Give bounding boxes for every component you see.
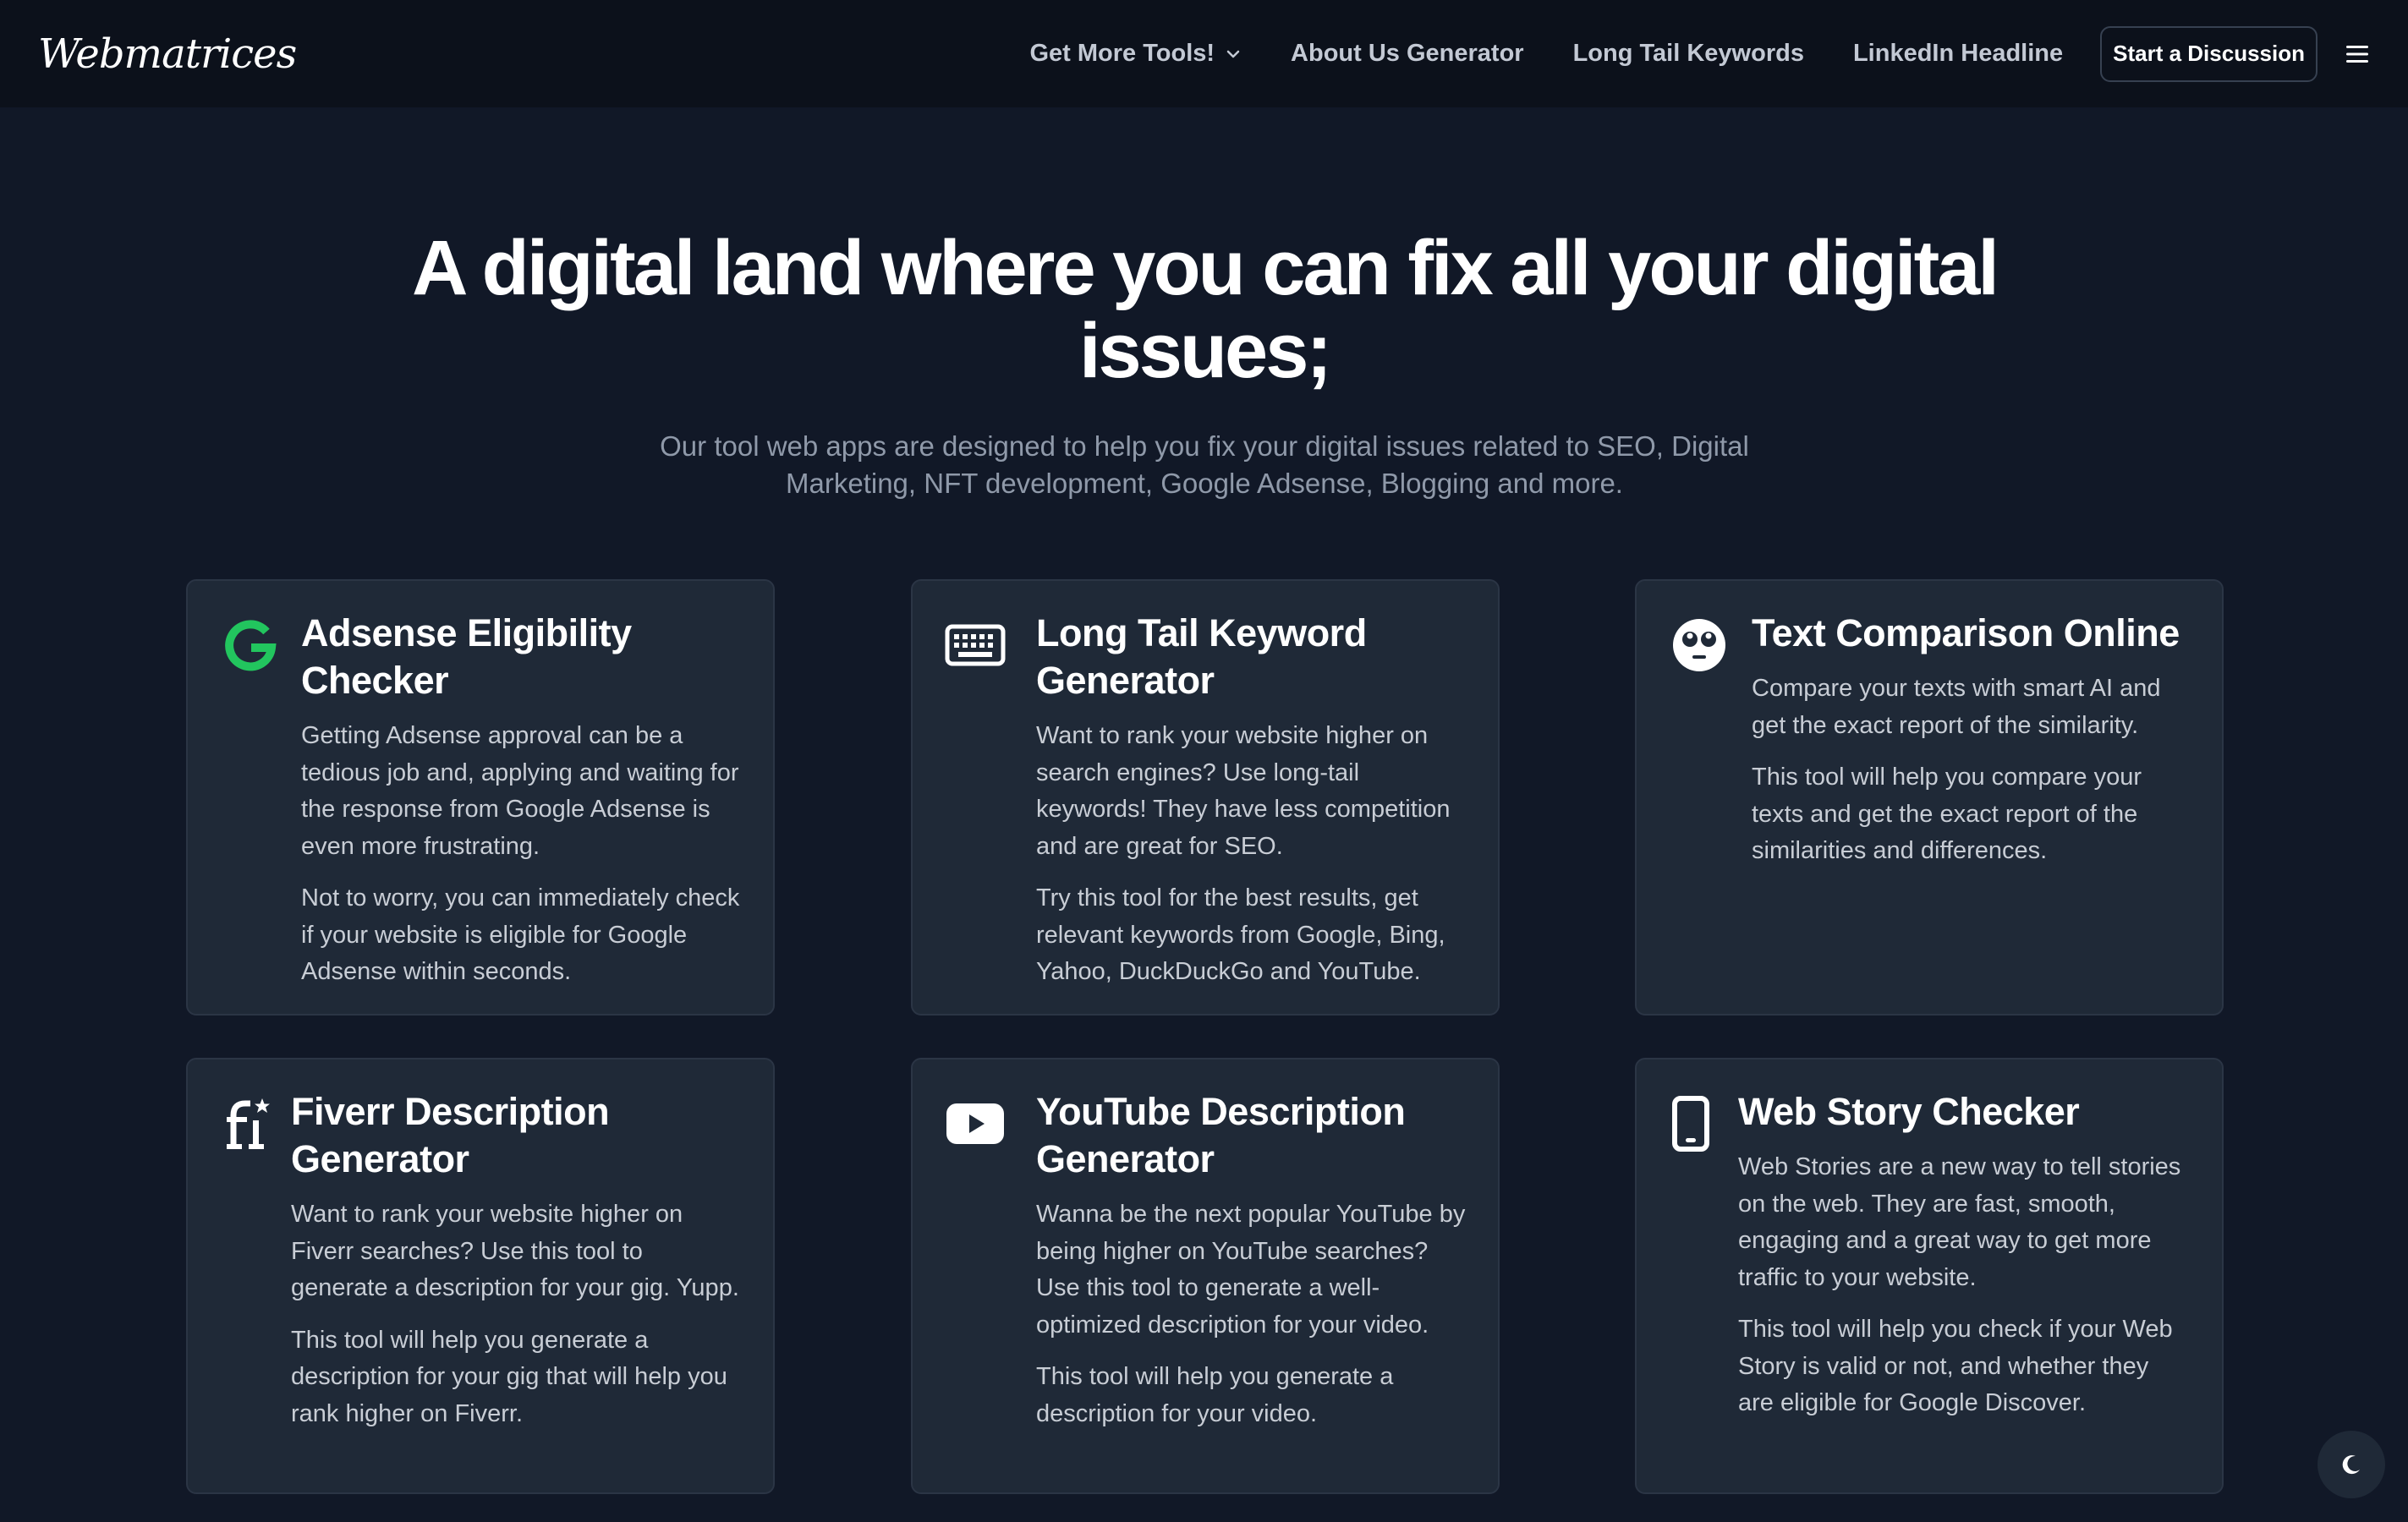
tool-card-adsense-eligibility[interactable]: Adsense Eligibility Checker Getting Adse… [186,579,775,1016]
card-content: Text Comparison Online Compare your text… [1752,610,2190,870]
card-content: Long Tail Keyword Generator Want to rank… [1036,610,1466,991]
start-discussion-button[interactable]: Start a Discussion [2100,25,2317,82]
google-g-icon [220,615,281,676]
card-description: Wanna be the next popular YouTube by bei… [1036,1201,1466,1339]
moon-icon [2340,1454,2362,1475]
card-description: Want to rank your website higher on Five… [291,1201,739,1301]
card-content: Fiverr Description Generator Want to ran… [291,1088,741,1432]
nav-links: Get More Tools! About Us Generator Long … [1029,25,2370,82]
card-title: Fiverr Description Generator [291,1090,610,1180]
card-description: This tool will help you compare your tex… [1752,764,2142,864]
mobile-phone-icon [1660,1093,1721,1154]
fiverr-fi-icon [220,1093,281,1154]
chevron-down-icon [1225,46,1242,63]
dark-mode-toggle[interactable] [2317,1431,2385,1498]
hero-subtitle: Our tool web apps are designed to help y… [660,430,1749,499]
nav-item-label: Get More Tools! [1029,40,1215,67]
navbar: Webmatrices Get More Tools! About Us Gen… [0,0,2408,107]
card-description: This tool will help you generate a descr… [291,1326,727,1427]
tool-card-long-tail-keyword[interactable]: Long Tail Keyword Generator Want to rank… [911,579,1500,1016]
card-description: This tool will help you check if your We… [1738,1316,2173,1416]
card-title: YouTube Description Generator [1036,1090,1406,1180]
card-description: Try this tool for the best results, get … [1036,884,1445,985]
card-description: Web Stories are a new way to tell storie… [1738,1153,2181,1291]
hamburger-menu-icon[interactable] [2345,43,2370,65]
card-description: Getting Adsense approval can be a tediou… [301,722,739,860]
card-title: Long Tail Keyword Generator [1036,611,1367,702]
nav-item-get-more-tools[interactable]: Get More Tools! [1029,40,1242,68]
nav-item-about-us-generator[interactable]: About Us Generator [1291,40,1524,68]
card-description: Compare your texts with smart AI and get… [1752,675,2161,739]
keyboard-icon [945,615,1006,676]
card-title: Web Story Checker [1738,1090,2080,1133]
tool-card-fiverr-description[interactable]: Fiverr Description Generator Want to ran… [186,1058,775,1494]
nav-item-long-tail-keywords[interactable]: Long Tail Keywords [1573,40,1804,68]
tool-card-web-story-checker[interactable]: Web Story Checker Web Stories are a new … [1635,1058,2224,1494]
card-content: YouTube Description Generator Wanna be t… [1036,1088,1466,1432]
card-title: Text Comparison Online [1752,611,2180,654]
nav-item-linkedin-headline[interactable]: LinkedIn Headline [1853,40,2063,68]
tool-card-youtube-description[interactable]: YouTube Description Generator Wanna be t… [911,1058,1500,1494]
card-description: Not to worry, you can immediately check … [301,884,740,985]
hero-title: A digital land where you can fix all you… [412,225,1999,394]
card-description: This tool will help you generate a descr… [1036,1363,1394,1427]
card-content: Adsense Eligibility Checker Getting Adse… [301,610,741,991]
card-content: Web Story Checker Web Stories are a new … [1738,1088,2190,1422]
eyes-face-icon [1669,615,1730,676]
card-title: Adsense Eligibility Checker [301,611,632,702]
site-logo[interactable]: Webmatrices [38,30,297,78]
tool-card-text-comparison[interactable]: Text Comparison Online Compare your text… [1635,579,2224,1016]
card-description: Want to rank your website higher on sear… [1036,722,1451,860]
youtube-play-icon [945,1093,1006,1154]
